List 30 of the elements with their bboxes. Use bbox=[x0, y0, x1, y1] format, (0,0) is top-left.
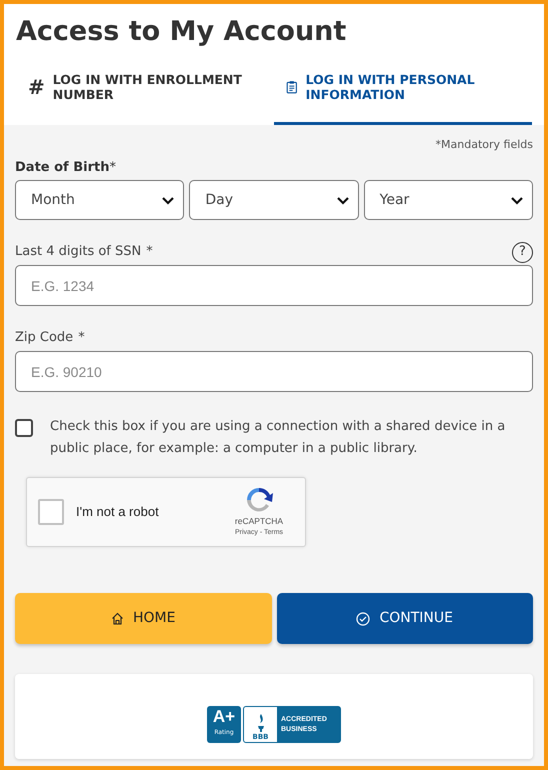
checkbox[interactable] bbox=[15, 419, 33, 437]
input-field[interactable]: E.G. 1234 bbox=[15, 265, 533, 306]
field-label: Last 4 digits of SSN bbox=[15, 243, 142, 262]
captcha-brand: reCAPTCHA bbox=[234, 515, 284, 528]
check-circle-icon bbox=[356, 612, 370, 626]
captcha-label: I'm not a robot bbox=[76, 503, 160, 522]
select-field[interactable]: Year bbox=[364, 180, 533, 220]
torch-icon bbox=[256, 713, 266, 733]
required-mark: * bbox=[78, 329, 85, 348]
chevron-down-icon bbox=[161, 196, 176, 204]
required-mark: * bbox=[146, 243, 153, 262]
tab[interactable]: LOG IN WITH PERSONAL INFORMATION bbox=[274, 64, 532, 125]
chevron-down-icon bbox=[336, 196, 350, 204]
mandatory-note: *Mandatory fields bbox=[436, 137, 533, 153]
select-field[interactable]: Month bbox=[15, 180, 184, 220]
select-field[interactable]: Day bbox=[189, 180, 359, 220]
page-title: Access to My Account bbox=[16, 15, 348, 49]
field-label: Date of Birth bbox=[15, 158, 110, 176]
continue-button[interactable]: CONTINUE bbox=[276, 593, 533, 644]
input-field[interactable]: E.G. 90210 bbox=[15, 351, 533, 392]
home-button[interactable]: HOME bbox=[15, 593, 272, 644]
captcha-checkbox[interactable] bbox=[38, 499, 64, 525]
checkbox-label: Check this box if you are using a connection with a shared device in a public place, for example: a computer in a public library. bbox=[50, 418, 506, 458]
hash-icon: # bbox=[28, 72, 45, 102]
house-icon bbox=[111, 612, 124, 625]
help-icon[interactable]: ? bbox=[512, 242, 533, 262]
chevron-down-icon bbox=[510, 196, 524, 204]
field-label: Zip Code bbox=[15, 329, 74, 348]
clipboard-icon bbox=[286, 79, 298, 95]
required-mark: * bbox=[109, 158, 116, 176]
